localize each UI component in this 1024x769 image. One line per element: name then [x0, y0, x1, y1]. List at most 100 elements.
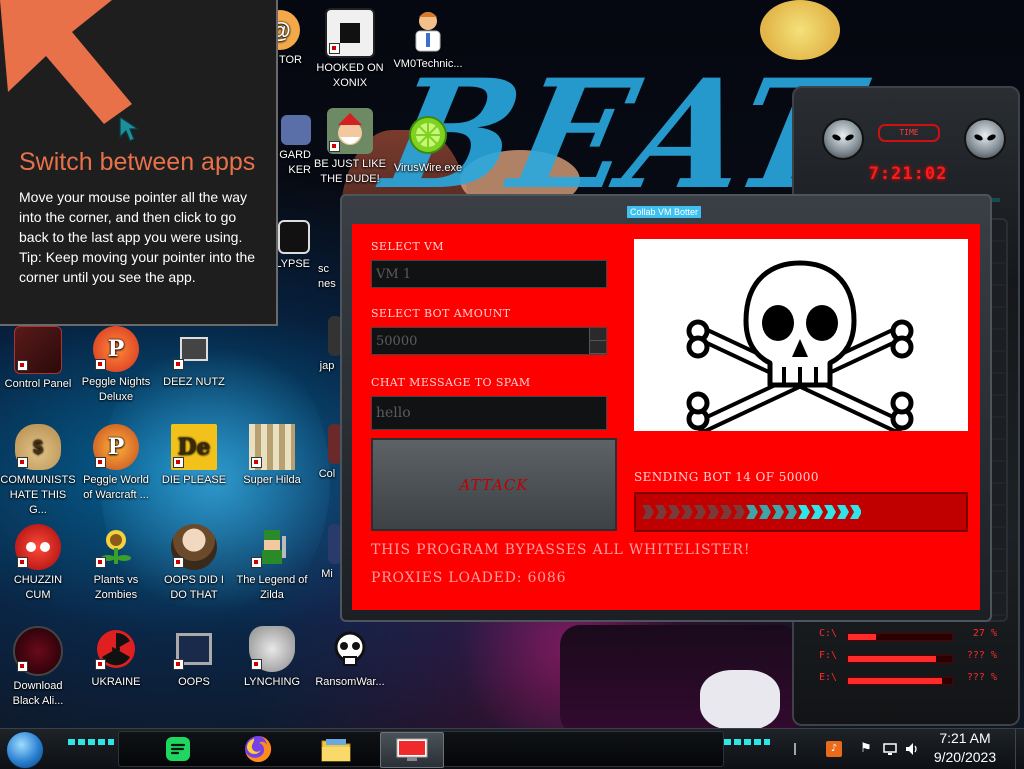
arrow-up-left-icon	[0, 0, 132, 124]
desktop-icon-oops-did-i-do-that[interactable]: OOPS DID I DO THAT	[156, 524, 232, 603]
santa-icon	[327, 108, 373, 154]
desktop-icon-peggle-nights[interactable]: P Peggle Nights Deluxe	[78, 326, 154, 405]
stat-label: C:\	[819, 628, 838, 639]
doctor-icon	[405, 8, 451, 54]
progress-chevron	[772, 505, 784, 519]
taskbar-firefox[interactable]	[236, 732, 280, 766]
desktop-icon-super-hilda[interactable]: Super Hilda	[234, 424, 310, 488]
tip-body: Move your mouse pointer all the way into…	[19, 187, 264, 287]
window-title[interactable]: Collab VM Botter	[627, 206, 702, 218]
desktop-icon-chuzzin-cum[interactable]: CHUZZIN CUM	[0, 524, 76, 603]
desktop-icon-hooked-on-xonix[interactable]: HOOKED ON XONIX	[312, 8, 388, 91]
desktop-icon-legend-of-zilda[interactable]: The Legend of Zilda	[234, 524, 310, 603]
peggle-icon: P	[93, 424, 139, 470]
zelda-icon	[249, 524, 295, 570]
desktop-icon-sc-nes[interactable]: sc nes	[312, 262, 342, 292]
botter-icon	[396, 738, 428, 761]
desktop-icon-control-panel[interactable]: Control Panel	[0, 326, 76, 392]
show-desktop-button[interactable]	[1015, 729, 1024, 769]
desktop-icon-oops[interactable]: OOPS	[156, 626, 232, 690]
stat-bar-fill	[848, 656, 937, 662]
desktop-icon-lynching[interactable]: LYNCHING	[234, 626, 310, 690]
moneybag-icon: $	[15, 424, 61, 470]
desktop-icon-communists[interactable]: $ COMMUNISTS HATE THIS G...	[0, 424, 76, 518]
bot-amount-label: SELECT BOT AMOUNT	[371, 307, 511, 320]
spotify-icon	[166, 737, 190, 761]
desktop-icon-mi[interactable]: Mi	[312, 524, 342, 582]
desktop-icon-label: COMMUNISTS HATE THIS G...	[0, 474, 76, 516]
tip-text: Move your mouse pointer all the way into…	[19, 189, 247, 245]
desktop-icon-label: Super Hilda	[243, 474, 301, 486]
battery-meter	[794, 743, 812, 755]
taskbar-file-explorer[interactable]	[314, 732, 358, 766]
start-button[interactable]	[6, 731, 44, 769]
volume-icon[interactable]	[904, 741, 920, 757]
desktop-icon-plants-vs-zombies[interactable]: Plants vs Zombies	[78, 524, 154, 603]
progress-chevron	[733, 505, 745, 519]
chuzzle-icon	[15, 524, 61, 570]
portrait-icon	[171, 524, 217, 570]
taskbar-spotify[interactable]	[156, 732, 200, 766]
sending-progress-bar	[634, 492, 968, 532]
bot-amount-stepper[interactable]: 50000	[371, 327, 607, 355]
stat-value: ??? %	[966, 650, 997, 661]
stepper-up-button[interactable]	[590, 328, 606, 341]
plant-icon	[93, 524, 139, 570]
desktop-icon-download-black-alien[interactable]: Download Black Ali...	[0, 626, 76, 709]
gadget-title: TIME	[878, 124, 940, 142]
de-icon: De	[171, 424, 217, 470]
collab-vm-botter-window[interactable]: Collab VM Botter SELECT VM VM 1 SELECT B…	[340, 194, 992, 622]
desktop-icon-vm0technic[interactable]: VM0Technic...	[390, 8, 466, 72]
network-icon[interactable]	[882, 741, 898, 757]
desktop-icon-label: Plants vs Zombies	[93, 574, 139, 601]
desktop-icon-label: Peggle Nights Deluxe	[81, 376, 151, 403]
desktop-icon-deez-nutz[interactable]: DEEZ NUTZ	[156, 326, 232, 390]
desktop-icon-label: Control Panel	[4, 378, 72, 390]
select-vm-value: VM 1	[376, 266, 412, 282]
desktop-icon-col[interactable]: Col	[312, 424, 342, 482]
select-vm-field[interactable]: VM 1	[371, 260, 607, 288]
bot-amount-value: 50000	[376, 333, 418, 349]
progress-chevron	[759, 505, 771, 519]
attack-button-label: ATTACK	[459, 475, 529, 494]
taskbar-clock[interactable]: 7:21 AM 9/20/2023	[930, 729, 1000, 766]
taskbar-collab-vm-botter[interactable]	[380, 732, 444, 768]
folder-icon	[321, 739, 351, 762]
switch-apps-tip[interactable]: Switch between apps Move your mouse poin…	[0, 0, 278, 326]
stat-bar-fill	[848, 678, 942, 684]
gadget-stat-c: C:\ 27 %	[819, 628, 997, 646]
tray-app-icon[interactable]: ♪	[826, 741, 842, 757]
taskbar-decoration	[68, 739, 114, 745]
progress-chevron	[720, 505, 732, 519]
bypass-notice: THIS PROGRAM BYPASSES ALL WHITELISTER!	[371, 542, 751, 558]
dragon-icon	[249, 626, 295, 672]
radiation-icon	[93, 626, 139, 672]
flag-icon[interactable]: ⚑	[858, 741, 874, 757]
chat-message-label: CHAT MESSAGE TO SPAM	[371, 376, 531, 389]
clock-time: 7:21 AM	[939, 730, 991, 746]
desktop-icon-label: Mi	[321, 568, 333, 580]
desktop-icon-be-just-like-the-dude[interactable]: BE JUST LIKE THE DUDE!	[312, 108, 388, 187]
attack-button[interactable]: ATTACK	[371, 438, 617, 531]
desktop-icon-ukraine[interactable]: UKRAINE	[78, 626, 154, 690]
desktop-icon-label: VM0Technic...	[393, 58, 463, 70]
desktop-icon-die-please[interactable]: De DIE PLEASE	[156, 424, 232, 488]
stepper-down-button[interactable]	[590, 341, 606, 354]
taskbar-decoration	[724, 739, 770, 745]
select-vm-label: SELECT VM	[371, 240, 444, 253]
desktop-icon-label: DIE PLEASE	[161, 474, 227, 486]
desktop-icon-viruswire[interactable]: VirusWire.exe	[390, 112, 466, 176]
stat-label: E:\	[819, 672, 838, 683]
alien-head-icon	[822, 118, 864, 160]
progress-chevron	[837, 505, 849, 519]
firefox-icon	[245, 735, 272, 762]
desktop-icon-peggle-wow[interactable]: P Peggle World of Warcraft ...	[78, 424, 154, 503]
stat-label: F:\	[819, 650, 838, 661]
progress-chevron	[707, 505, 719, 519]
desktop-icon-ransomware[interactable]: RansomWar...	[312, 626, 388, 690]
proxies-loaded: PROXIES LOADED: 6086	[371, 570, 567, 586]
stepper-buttons[interactable]	[589, 328, 606, 354]
sending-status: SENDING BOT 14 OF 50000	[634, 470, 819, 484]
chat-message-input[interactable]: hello	[371, 396, 607, 430]
desktop-icon-jap[interactable]: jap	[312, 316, 342, 374]
